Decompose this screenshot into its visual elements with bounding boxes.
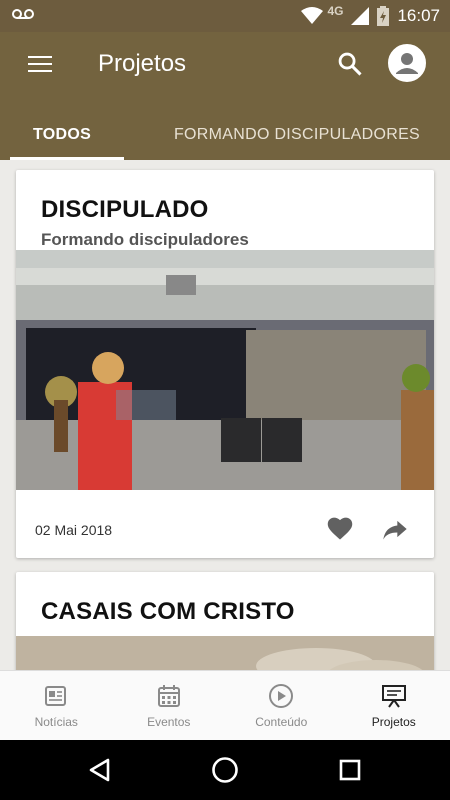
signal-icon	[351, 7, 370, 25]
menu-icon[interactable]	[28, 56, 52, 74]
nav-eventos[interactable]: Eventos	[113, 671, 226, 740]
card-image[interactable]	[16, 250, 434, 490]
tab-todos[interactable]: TODOS	[0, 110, 124, 160]
nav-label: Projetos	[371, 715, 416, 729]
wifi-icon	[301, 7, 324, 24]
card-title: DISCIPULADO	[41, 196, 209, 223]
search-icon[interactable]	[336, 50, 364, 78]
share-icon[interactable]	[380, 515, 410, 543]
page-title: Projetos	[98, 50, 187, 77]
card-image[interactable]	[16, 636, 434, 670]
bottom-nav: Notícias Eventos Conteúdo Projetos	[0, 670, 450, 740]
back-icon[interactable]	[84, 754, 116, 786]
calendar-icon	[157, 685, 180, 707]
presentation-icon	[381, 685, 406, 708]
voicemail-icon	[12, 9, 34, 19]
play-icon	[269, 684, 294, 708]
avatar[interactable]	[388, 44, 426, 82]
card-title: CASAIS COM CRISTO	[41, 598, 295, 625]
nav-projetos[interactable]: Projetos	[338, 671, 450, 740]
clouds-photo	[16, 636, 434, 670]
clock: 16:07	[397, 6, 440, 25]
nav-noticias[interactable]: Notícias	[0, 671, 113, 740]
tab-bar: TODOS FORMANDO DISCIPULADORES	[0, 110, 450, 160]
nav-label: Conteúdo	[255, 715, 308, 729]
card-date: 02 Mai 2018	[35, 522, 113, 538]
home-icon[interactable]	[209, 754, 241, 786]
system-nav-bar	[0, 740, 450, 800]
project-card[interactable]: DISCIPULADO Formando discipuladores 02 M…	[16, 170, 434, 558]
news-icon	[45, 686, 67, 706]
nav-label: Notícias	[34, 715, 78, 729]
battery-icon	[377, 6, 390, 26]
recents-icon[interactable]	[334, 754, 366, 786]
card-subtitle: Formando discipuladores	[41, 230, 249, 249]
auditorium-photo	[16, 250, 434, 490]
nav-label: Eventos	[147, 715, 191, 729]
status-bar: 4G 16:07	[0, 0, 450, 32]
project-card[interactable]: CASAIS COM CRISTO	[16, 572, 434, 670]
user-icon	[390, 46, 424, 80]
project-list: DISCIPULADO Formando discipuladores 02 M…	[0, 160, 450, 670]
nav-conteudo[interactable]: Conteúdo	[225, 671, 338, 740]
app-bar: Projetos TODOS FORMANDO DISCIPULADORES	[0, 32, 450, 160]
heart-icon[interactable]	[326, 515, 354, 543]
tab-formando-discipuladores[interactable]: FORMANDO DISCIPULADORES	[124, 110, 450, 160]
network-type: 4G	[327, 4, 344, 18]
